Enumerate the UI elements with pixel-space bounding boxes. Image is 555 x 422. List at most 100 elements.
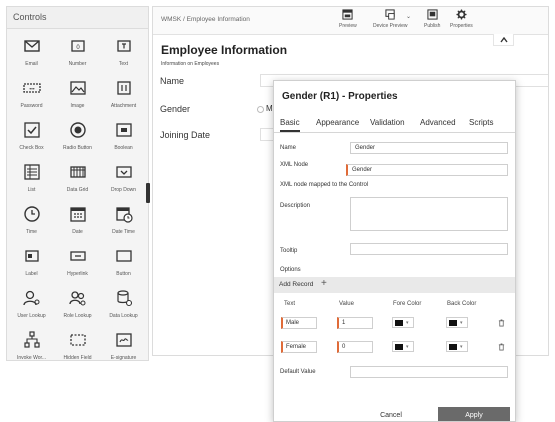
control-attachment[interactable]: Attachment: [101, 75, 146, 116]
device-preview-button[interactable]: Device Preview: [373, 9, 407, 29]
control-label: Date: [72, 229, 83, 235]
label-icon: [24, 250, 39, 262]
color-swatch: [449, 343, 457, 350]
properties-button[interactable]: Properties: [450, 9, 473, 29]
tab-advanced[interactable]: Advanced: [420, 118, 456, 127]
control-user-lookup[interactable]: User Lookup: [9, 285, 54, 326]
record-text-input[interactable]: Female: [281, 341, 317, 353]
gender-option-label: M: [266, 104, 273, 113]
control-label: Data Grid: [66, 187, 89, 193]
control-boolean[interactable]: Boolean: [101, 117, 146, 158]
control-radio-button[interactable]: Radio Button: [55, 117, 100, 158]
control-text[interactable]: Text: [101, 33, 146, 74]
number-icon: 0: [70, 40, 85, 52]
control-label: List: [27, 187, 36, 193]
column-header-back-color: Back Color: [447, 301, 477, 307]
xml-node-input[interactable]: Gender: [346, 164, 508, 176]
tab-basic[interactable]: Basic: [280, 118, 300, 132]
tab-appearance[interactable]: Appearance: [316, 118, 359, 127]
control-label: Label: [25, 271, 38, 277]
control-email[interactable]: Email: [9, 33, 54, 74]
control-date[interactable]: Date: [55, 201, 100, 242]
delete-record-icon[interactable]: [498, 319, 505, 327]
record-value-input[interactable]: 0: [337, 341, 373, 353]
label-xml-node: XML Node: [280, 162, 309, 168]
tab-scripts[interactable]: Scripts: [469, 118, 493, 127]
attachment-icon: [116, 81, 131, 95]
control-time[interactable]: Time: [9, 201, 54, 242]
panel-collapse-handle[interactable]: [146, 183, 150, 203]
add-record-button[interactable]: +: [321, 278, 327, 289]
name-input[interactable]: Gender: [350, 142, 508, 154]
control-button[interactable]: Button: [101, 243, 146, 284]
boolean-icon: [115, 123, 132, 137]
tab-validation[interactable]: Validation: [370, 118, 405, 127]
device-preview-dropdown[interactable]: ⌄: [406, 13, 411, 20]
dialog-title: Gender (R1) - Properties: [282, 91, 398, 102]
control-invoke-workflow[interactable]: Invoke Wor...: [9, 327, 54, 361]
control-label: Role Lookup: [63, 313, 92, 319]
control-label: E-signature: [110, 355, 137, 361]
list-icon: [23, 164, 40, 180]
gear-icon: [456, 9, 467, 20]
record-value-input[interactable]: 1: [337, 317, 373, 329]
chevron-down-icon: ▾: [406, 343, 409, 350]
back-color-picker[interactable]: ▾: [446, 317, 468, 328]
password-icon: •••: [22, 83, 41, 93]
control-number[interactable]: 0 Number: [55, 33, 100, 74]
control-hidden-field[interactable]: Hidden Field: [55, 327, 100, 360]
control-dropdown[interactable]: Drop Down: [101, 159, 146, 200]
control-label: Check Box: [19, 145, 44, 151]
properties-dialog: Gender (R1) - Properties Basic Appearanc…: [273, 80, 516, 422]
back-color-picker[interactable]: ▾: [446, 341, 468, 352]
color-swatch: [449, 319, 457, 326]
control-password[interactable]: ••• Password: [9, 75, 54, 116]
calendar-icon: [69, 207, 86, 222]
control-role-lookup[interactable]: Role Lookup: [55, 285, 100, 326]
label-name: Name: [280, 145, 297, 151]
gender-radio-option[interactable]: [257, 106, 264, 113]
control-date-time[interactable]: Date Time: [101, 201, 146, 242]
apply-button[interactable]: Apply: [438, 407, 510, 421]
preview-button[interactable]: Preview: [339, 9, 357, 29]
svg-text:0: 0: [76, 45, 80, 51]
cancel-button[interactable]: Cancel: [356, 407, 426, 421]
controls-header: Controls: [7, 7, 148, 29]
control-label: Data Lookup: [109, 313, 138, 319]
plus-icon: +: [321, 278, 327, 289]
control-data-lookup[interactable]: Data Lookup: [101, 285, 146, 326]
control-checkbox[interactable]: Check Box: [9, 117, 54, 158]
delete-record-icon[interactable]: [498, 343, 505, 351]
control-data-grid[interactable]: Data Grid: [55, 159, 100, 200]
column-header-text: Text: [284, 301, 296, 307]
control-label: Email: [25, 61, 38, 67]
default-value-input[interactable]: [350, 366, 508, 378]
preview-label: Preview: [339, 23, 357, 29]
control-list[interactable]: List: [9, 159, 54, 200]
svg-text:•••: •••: [29, 87, 35, 93]
device-preview-label: Device Preview: [373, 23, 408, 29]
designer-toolbar: WMSK / Employee Information Preview Devi…: [153, 7, 548, 35]
fore-color-picker[interactable]: ▾: [392, 341, 414, 352]
collapse-toolbar-button[interactable]: [493, 34, 514, 46]
control-label: Password: [20, 103, 43, 109]
control-image[interactable]: Image: [55, 75, 100, 116]
controls-grid: Email 0 Number Text ••• Password Image A…: [7, 29, 148, 361]
publish-button[interactable]: Publish: [424, 9, 440, 29]
control-label-item[interactable]: Label: [9, 243, 54, 284]
chevron-down-icon: ⌄: [406, 14, 412, 20]
data-grid-icon: [69, 166, 86, 178]
color-swatch: [395, 319, 403, 326]
control-e-signature[interactable]: E-signature: [101, 327, 146, 361]
fore-color-picker[interactable]: ▾: [392, 317, 414, 328]
description-input[interactable]: [350, 197, 508, 231]
tooltip-input[interactable]: [350, 243, 508, 255]
calendar-clock-icon: [115, 207, 133, 223]
color-swatch: [395, 343, 403, 350]
chevron-up-icon: [499, 36, 508, 42]
control-label: Invoke Wor...: [16, 355, 47, 361]
record-text-input[interactable]: Male: [281, 317, 317, 329]
button-icon: [115, 250, 132, 262]
control-hyperlink[interactable]: Hyperlink: [55, 243, 100, 284]
control-label: Date Time: [112, 229, 135, 235]
